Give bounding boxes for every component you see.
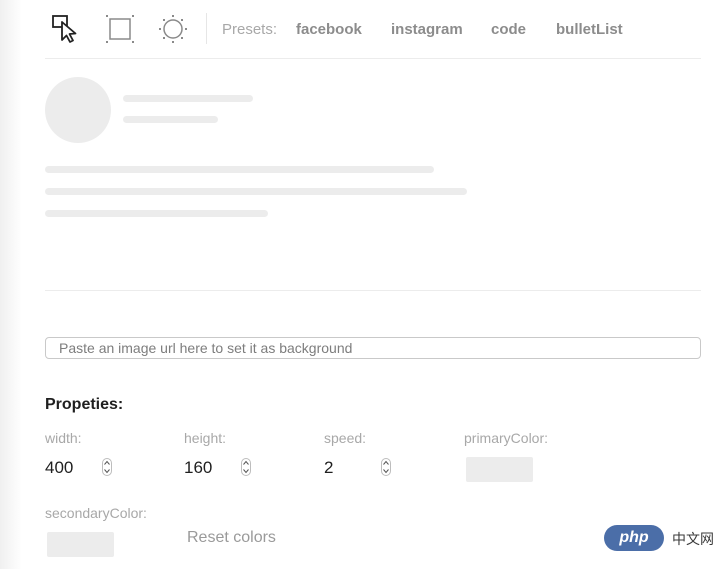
- chevron-down-icon[interactable]: [104, 468, 110, 474]
- primary-color-swatch[interactable]: [466, 457, 533, 482]
- rectangle-tool-icon: [104, 13, 136, 45]
- watermark-text: 中文网: [672, 531, 714, 547]
- preset-code[interactable]: code: [491, 21, 526, 38]
- width-value[interactable]: 400: [45, 458, 73, 478]
- chevron-up-icon[interactable]: [383, 460, 389, 466]
- left-edge-shadow: [0, 0, 22, 569]
- skeleton-line[interactable]: [123, 95, 253, 102]
- width-stepper[interactable]: [102, 458, 112, 476]
- preset-instagram[interactable]: instagram: [391, 21, 463, 38]
- presets-label: Presets:: [222, 21, 278, 38]
- skeleton-line[interactable]: [45, 210, 268, 217]
- height-label: height:: [184, 430, 227, 446]
- toolbar-divider: [206, 13, 207, 44]
- secondary-color-label: secondaryColor:: [45, 505, 147, 521]
- chevron-down-icon[interactable]: [243, 468, 249, 474]
- skeleton-line[interactable]: [123, 116, 218, 123]
- circle-tool-button[interactable]: [157, 13, 189, 45]
- skeleton-preview-canvas[interactable]: [45, 59, 701, 290]
- rectangle-tool-button[interactable]: [104, 13, 136, 45]
- width-label: width:: [45, 430, 82, 446]
- height-stepper[interactable]: [241, 458, 251, 476]
- skeleton-avatar-circle[interactable]: [45, 77, 111, 143]
- preset-facebook[interactable]: facebook: [296, 21, 362, 38]
- chevron-down-icon[interactable]: [383, 468, 389, 474]
- skeleton-line[interactable]: [45, 188, 467, 195]
- height-value[interactable]: 160: [184, 458, 212, 478]
- skeleton-line[interactable]: [45, 166, 434, 173]
- cursor-select-icon: [50, 13, 82, 45]
- primary-color-label: primaryColor:: [464, 430, 549, 446]
- speed-label: speed:: [324, 430, 367, 446]
- reset-colors-button[interactable]: Reset colors: [187, 529, 276, 547]
- circle-tool-icon: [157, 13, 189, 45]
- watermark: php 中文网: [604, 525, 718, 551]
- speed-value[interactable]: 2: [324, 458, 333, 478]
- preset-bullet-list[interactable]: bulletList: [556, 21, 623, 38]
- canvas-bottom-divider: [45, 290, 701, 291]
- php-logo: php: [604, 525, 664, 551]
- chevron-up-icon[interactable]: [243, 460, 249, 466]
- properties-title: Propeties:: [45, 396, 124, 413]
- select-tool-button[interactable]: [50, 13, 82, 45]
- background-image-url-input[interactable]: [45, 337, 701, 359]
- toolbar: Presets: facebook instagram code bulletL…: [45, 0, 701, 58]
- secondary-color-swatch[interactable]: [47, 532, 114, 557]
- speed-stepper[interactable]: [381, 458, 391, 476]
- chevron-up-icon[interactable]: [104, 460, 110, 466]
